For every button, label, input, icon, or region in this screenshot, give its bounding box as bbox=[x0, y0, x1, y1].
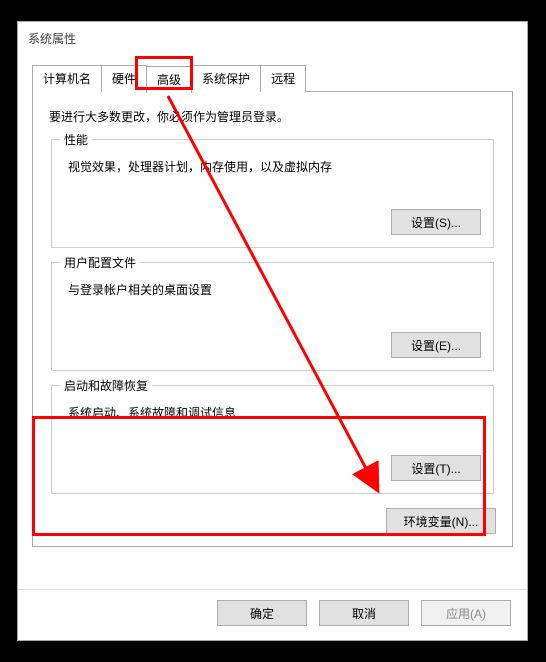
tab-remote[interactable]: 远程 bbox=[260, 65, 306, 92]
dialog-client-area: 计算机名 硬件 高级 系统保护 远程 要进行大多数更改，你必须作为管理员登录。 … bbox=[18, 51, 527, 589]
tab-strip: 计算机名 硬件 高级 系统保护 远程 bbox=[32, 65, 513, 92]
dialog-title: 系统属性 bbox=[18, 22, 527, 51]
startup-settings-button[interactable]: 设置(T)... bbox=[391, 455, 481, 481]
tab-label: 硬件 bbox=[112, 72, 136, 86]
group-description: 与登录帐户相关的桌面设置 bbox=[68, 281, 481, 298]
performance-settings-button[interactable]: 设置(S)... bbox=[391, 209, 481, 235]
tab-panel-advanced: 要进行大多数更改，你必须作为管理员登录。 性能 视觉效果，处理器计划，内存使用，… bbox=[32, 91, 513, 547]
tab-label: 系统保护 bbox=[202, 72, 250, 86]
dialog-button-row: 确定 取消 应用(A) bbox=[18, 589, 527, 640]
cancel-button[interactable]: 取消 bbox=[319, 600, 409, 626]
group-description: 系统启动、系统故障和调试信息 bbox=[68, 404, 481, 421]
group-performance: 性能 视觉效果，处理器计划，内存使用，以及虚拟内存 设置(S)... bbox=[51, 139, 494, 248]
group-user-profiles: 用户配置文件 与登录帐户相关的桌面设置 设置(E)... bbox=[51, 262, 494, 371]
apply-button[interactable]: 应用(A) bbox=[421, 600, 511, 626]
group-title: 性能 bbox=[60, 131, 92, 148]
tab-system-protection[interactable]: 系统保护 bbox=[191, 65, 261, 92]
tabs-container: 计算机名 硬件 高级 系统保护 远程 要进行大多数更改，你必须作为管理员登录。 … bbox=[32, 65, 513, 547]
group-startup-recovery: 启动和故障恢复 系统启动、系统故障和调试信息 设置(T)... bbox=[51, 385, 494, 494]
tab-label: 远程 bbox=[271, 72, 295, 86]
group-title: 启动和故障恢复 bbox=[60, 377, 152, 394]
group-description: 视觉效果，处理器计划，内存使用，以及虚拟内存 bbox=[68, 158, 481, 175]
group-title: 用户配置文件 bbox=[60, 254, 140, 271]
ok-button[interactable]: 确定 bbox=[217, 600, 307, 626]
tab-label: 计算机名 bbox=[43, 72, 91, 86]
tab-computer-name[interactable]: 计算机名 bbox=[32, 65, 102, 92]
tab-hardware[interactable]: 硬件 bbox=[101, 65, 147, 92]
system-properties-dialog: 系统属性 计算机名 硬件 高级 系统保护 远程 要进行大多数更改，你必须作为管理… bbox=[17, 21, 528, 641]
panel-intro-text: 要进行大多数更改，你必须作为管理员登录。 bbox=[49, 108, 496, 125]
tab-label: 高级 bbox=[157, 73, 181, 87]
profiles-settings-button[interactable]: 设置(E)... bbox=[391, 332, 481, 358]
environment-variables-button[interactable]: 环境变量(N)... bbox=[386, 508, 496, 534]
tab-advanced[interactable]: 高级 bbox=[146, 66, 192, 93]
